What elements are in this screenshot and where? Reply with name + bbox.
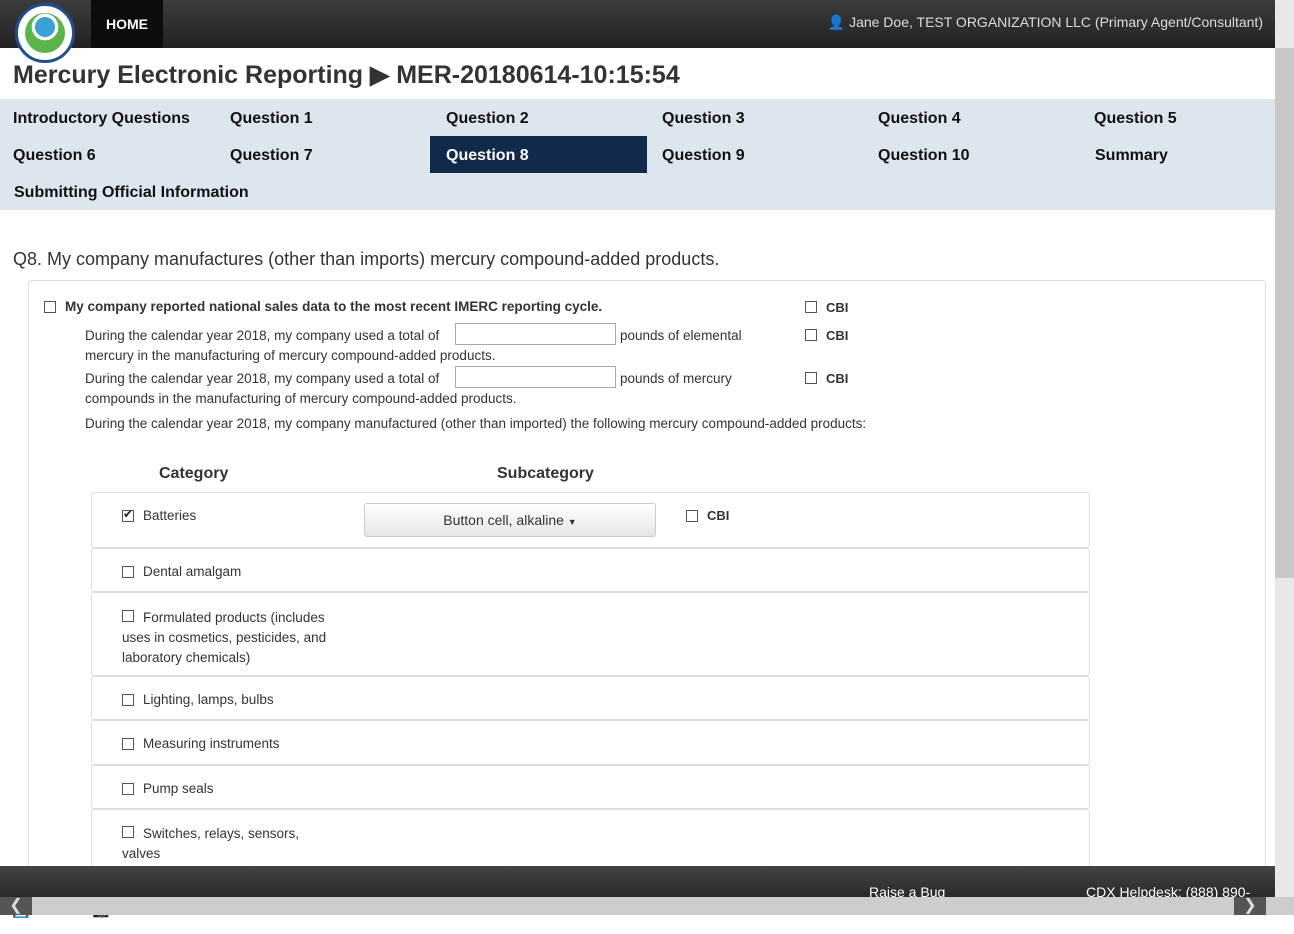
cbi-label: CBI bbox=[826, 300, 849, 315]
tab-submitting-official[interactable]: Submitting Official Information bbox=[1, 173, 249, 210]
subcategory-dropdown[interactable]: Button cell, alkaline ▼ bbox=[364, 503, 656, 537]
reported-checkbox[interactable] bbox=[44, 301, 56, 313]
epa-logo[interactable] bbox=[15, 3, 75, 63]
cbi-label: CBI bbox=[826, 328, 849, 343]
tab-question-4[interactable]: Question 4 bbox=[865, 99, 1082, 136]
tab-introductory[interactable]: Introductory Questions bbox=[0, 99, 217, 136]
category-label: Switches, relays, sensors, valves bbox=[122, 826, 300, 861]
tab-question-6[interactable]: Question 6 bbox=[0, 136, 217, 173]
line1-text-b: pounds of elemental bbox=[620, 328, 742, 343]
category-label: Pump seals bbox=[143, 781, 214, 796]
cbi-checkbox[interactable] bbox=[805, 301, 817, 313]
category-label: Measuring instruments bbox=[143, 736, 280, 751]
tab-question-8[interactable]: Question 8 bbox=[430, 136, 647, 173]
vertical-scrollbar[interactable] bbox=[1275, 0, 1294, 897]
user-info[interactable]: 👤 Jane Doe, TEST ORGANIZATION LLC (Prima… bbox=[828, 14, 1263, 31]
scroll-thumb[interactable] bbox=[1275, 48, 1294, 578]
chevron-right-icon: ▶ bbox=[370, 61, 390, 89]
page-title: Mercury Electronic Reporting ▶ MER-20180… bbox=[13, 61, 680, 89]
category-header: Category bbox=[159, 465, 229, 482]
line1-text: During the calendar year 2018, my compan… bbox=[85, 328, 440, 343]
cbi-label: CBI bbox=[707, 508, 730, 523]
horizontal-scrollbar[interactable] bbox=[0, 897, 1294, 915]
top-bar: HOME 👤 Jane Doe, TEST ORGANIZATION LLC (… bbox=[0, 0, 1275, 48]
dental-checkbox[interactable] bbox=[122, 566, 134, 578]
elemental-mercury-input[interactable] bbox=[455, 323, 616, 345]
question-text: Q8. My company manufactures (other than … bbox=[13, 249, 720, 269]
category-label: Formulated products (includes uses in co… bbox=[122, 610, 327, 665]
question-nav: Introductory Questions Question 1 Questi… bbox=[0, 99, 1275, 210]
measuring-checkbox[interactable] bbox=[122, 738, 134, 750]
line1-text-c: mercury in the manufacturing of mercury … bbox=[85, 348, 496, 363]
scroll-right-icon[interactable]: ❯ bbox=[1234, 897, 1266, 915]
cbi-label: CBI bbox=[826, 371, 849, 386]
footer-bar: 💾 Save 📷 Preview ✔Validate Raise a Bug C… bbox=[0, 866, 1275, 934]
cbi-checkbox[interactable] bbox=[686, 510, 698, 522]
report-id: MER-20180614-10:15:54 bbox=[396, 61, 680, 89]
tab-question-10[interactable]: Question 10 bbox=[865, 136, 1082, 173]
cbi-checkbox[interactable] bbox=[805, 372, 817, 384]
subcategory-header: Subcategory bbox=[497, 465, 594, 482]
batteries-checkbox[interactable] bbox=[122, 507, 134, 522]
user-name: Jane Doe, TEST ORGANIZATION LLC (Primary… bbox=[849, 14, 1263, 30]
category-row bbox=[91, 765, 1090, 809]
tab-question-3[interactable]: Question 3 bbox=[649, 99, 866, 136]
line3-text: During the calendar year 2018, my compan… bbox=[85, 416, 867, 431]
tab-question-1[interactable]: Question 1 bbox=[217, 99, 434, 136]
lighting-checkbox[interactable] bbox=[122, 694, 134, 706]
tab-question-2[interactable]: Question 2 bbox=[433, 99, 650, 136]
mercury-compounds-input[interactable] bbox=[455, 366, 616, 388]
line2-text: During the calendar year 2018, my compan… bbox=[85, 371, 440, 386]
pump-seals-checkbox[interactable] bbox=[122, 783, 134, 795]
line2-text-b: pounds of mercury bbox=[620, 371, 732, 386]
scroll-left-icon[interactable]: ❮ bbox=[0, 897, 32, 915]
cbi-checkbox[interactable] bbox=[805, 329, 817, 341]
tab-summary[interactable]: Summary bbox=[1082, 136, 1294, 173]
tab-question-7[interactable]: Question 7 bbox=[217, 136, 434, 173]
home-link[interactable]: HOME bbox=[91, 0, 163, 48]
category-label: Batteries bbox=[143, 508, 197, 523]
caret-down-icon: ▼ bbox=[567, 517, 577, 527]
category-label: Lighting, lamps, bulbs bbox=[143, 692, 274, 707]
tab-question-9[interactable]: Question 9 bbox=[649, 136, 866, 173]
category-label: Dental amalgam bbox=[143, 564, 242, 579]
line2-text-c: compounds in the manufacturing of mercur… bbox=[85, 391, 517, 406]
reported-label: My company reported national sales data … bbox=[65, 299, 603, 314]
tab-question-5[interactable]: Question 5 bbox=[1081, 99, 1294, 136]
